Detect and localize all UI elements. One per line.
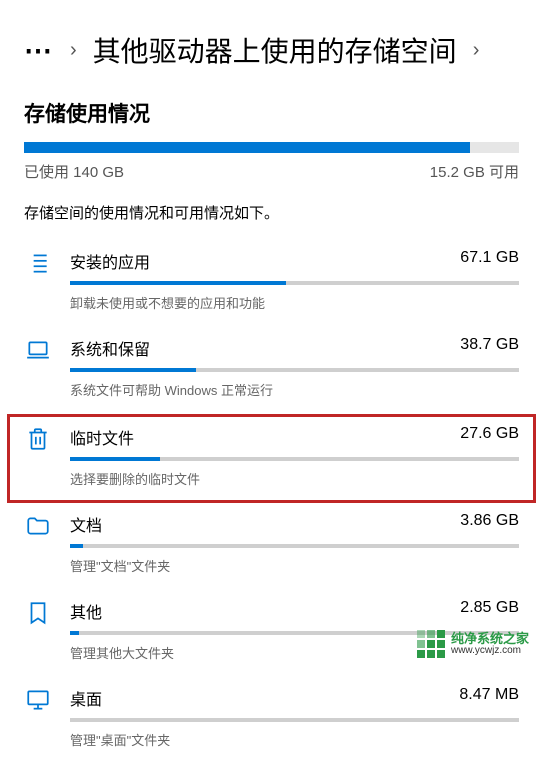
breadcrumb-more[interactable]: ⋯ bbox=[24, 34, 54, 67]
list-icon bbox=[24, 249, 52, 312]
storage-total-labels: 已使用 140 GB 15.2 GB 可用 bbox=[0, 153, 543, 196]
watermark: 纯净系统之家 www.ycwjz.com bbox=[417, 630, 529, 658]
category-sub: 管理"文档"文件夹 bbox=[70, 556, 519, 575]
storage-total-bar bbox=[0, 142, 543, 153]
category-name: 文档 bbox=[70, 512, 102, 536]
storage-description: 存储空间的使用情况和可用情况如下。 bbox=[0, 196, 543, 241]
storage-category[interactable]: 安装的应用 67.1 GB 卸载未使用或不想要的应用和功能 bbox=[0, 241, 543, 328]
breadcrumb: ⋯ › 其他驱动器上使用的存储空间 › bbox=[0, 0, 543, 80]
category-size: 8.47 MB bbox=[459, 686, 519, 710]
category-size: 27.6 GB bbox=[460, 425, 519, 449]
category-size: 3.86 GB bbox=[460, 512, 519, 536]
storage-category[interactable]: 系统和保留 38.7 GB 系统文件可帮助 Windows 正常运行 bbox=[0, 328, 543, 415]
category-name: 其他 bbox=[70, 599, 102, 623]
category-name: 安装的应用 bbox=[70, 249, 150, 273]
page-title: 其他驱动器上使用的存储空间 bbox=[93, 30, 457, 70]
chevron-right-icon: › bbox=[473, 39, 480, 62]
watermark-logo-icon bbox=[417, 630, 445, 658]
storage-category[interactable]: 桌面 8.47 MB 管理"桌面"文件夹 bbox=[0, 678, 543, 765]
monitor-icon bbox=[24, 686, 52, 749]
category-sub: 卸载未使用或不想要的应用和功能 bbox=[70, 293, 519, 312]
free-label: 15.2 GB 可用 bbox=[430, 161, 519, 182]
chevron-right-icon: › bbox=[70, 39, 77, 62]
laptop-icon bbox=[24, 336, 52, 399]
storage-category[interactable]: 文档 3.86 GB 管理"文档"文件夹 bbox=[0, 504, 543, 591]
category-bar bbox=[70, 457, 519, 461]
folder-icon bbox=[24, 512, 52, 575]
section-heading: 存储使用情况 bbox=[0, 80, 543, 142]
category-bar bbox=[70, 718, 519, 722]
category-size: 67.1 GB bbox=[460, 249, 519, 273]
category-sub: 管理"桌面"文件夹 bbox=[70, 730, 519, 749]
watermark-url: www.ycwjz.com bbox=[451, 645, 529, 656]
category-bar bbox=[70, 281, 519, 285]
category-sub: 选择要删除的临时文件 bbox=[70, 469, 519, 488]
trash-icon bbox=[24, 425, 52, 488]
category-name: 系统和保留 bbox=[70, 336, 150, 360]
category-name: 桌面 bbox=[70, 686, 102, 710]
category-bar bbox=[70, 368, 519, 372]
category-size: 2.85 GB bbox=[460, 599, 519, 623]
category-bar bbox=[70, 544, 519, 548]
category-size: 38.7 GB bbox=[460, 336, 519, 360]
used-label: 已使用 140 GB bbox=[24, 161, 124, 182]
watermark-text: 纯净系统之家 bbox=[451, 632, 529, 646]
category-sub: 系统文件可帮助 Windows 正常运行 bbox=[70, 380, 519, 399]
storage-category[interactable]: 临时文件 27.6 GB 选择要删除的临时文件 bbox=[8, 415, 535, 502]
bookmark-icon bbox=[24, 599, 52, 662]
category-name: 临时文件 bbox=[70, 425, 134, 449]
